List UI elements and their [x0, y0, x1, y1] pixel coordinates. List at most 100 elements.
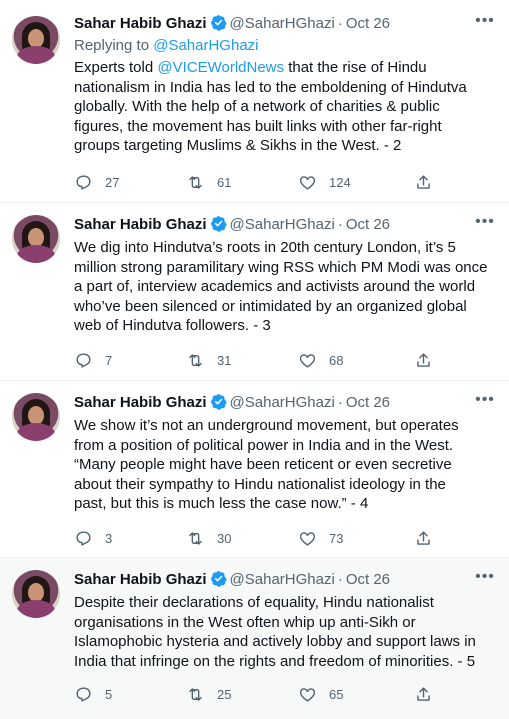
more-icon[interactable]: ••• [473, 569, 497, 590]
retweet-count: 31 [217, 352, 232, 368]
author-name[interactable]: Sahar Habib Ghazi [74, 394, 207, 411]
avatar[interactable] [12, 215, 60, 263]
tweet-header: Sahar Habib Ghazi @SaharHGhazi · Oct 26 [74, 14, 390, 34]
tweet-text: We show it’s not an underground movement… [74, 416, 499, 514]
reply-icon [76, 174, 91, 190]
reply-button[interactable]: 7 [74, 350, 112, 370]
text-line: Islamophobic hysteria and actively lobby… [74, 633, 476, 651]
like-icon [299, 175, 316, 190]
more-icon[interactable]: ••• [473, 13, 497, 34]
reply-icon [76, 352, 91, 368]
reply-count: 7 [105, 352, 113, 368]
text-line: globally. With the help of a network of … [74, 98, 440, 116]
text-line: We dig into Hindutva’s roots in 20th cen… [74, 239, 456, 256]
action-bar: 3 30 73 [74, 528, 434, 548]
like-button[interactable]: 65 [298, 684, 343, 704]
text-line: web of Hindutva followers. - 3 [74, 317, 271, 335]
avatar[interactable] [12, 393, 60, 441]
retweet-icon [189, 353, 202, 367]
action-bar: 7 31 68 [74, 350, 434, 370]
tweet-2[interactable]: Sahar Habib Ghazi @SaharHGhazi · Oct 26 •••… [0, 0, 509, 203]
author-handle[interactable]: @SaharHGhazi [230, 216, 335, 233]
text-line: who’ve been silenced or intimidated by a… [74, 297, 467, 315]
retweet-button[interactable]: 61 [186, 172, 231, 192]
replying-to-handle[interactable]: @SaharHGhazi [153, 37, 258, 54]
reply-count: 3 [105, 530, 113, 546]
text-line: India that infringe on the rights and fr… [74, 652, 476, 670]
like-button[interactable]: 73 [298, 528, 343, 548]
action-bar: 27 61 124 [74, 172, 434, 192]
like-button[interactable]: 124 [298, 172, 351, 192]
retweet-button[interactable]: 31 [186, 350, 231, 370]
separator: · [337, 216, 343, 233]
tweet-header: Sahar Habib Ghazi @SaharHGhazi · Oct 26 [74, 570, 390, 590]
text-line: a part of, interview academics and activ… [74, 278, 476, 296]
text-line: from a position of political power in In… [74, 436, 454, 454]
retweet-button[interactable]: 30 [186, 528, 231, 548]
like-button[interactable]: 68 [298, 350, 343, 370]
tweet-text: Despite their declarations of equality, … [74, 593, 499, 671]
tweet-4[interactable]: Sahar Habib Ghazi @SaharHGhazi · Oct 26 •••… [0, 381, 509, 558]
verified-badge-icon [210, 15, 227, 31]
more-icon[interactable]: ••• [473, 214, 497, 235]
verified-badge-icon [210, 571, 227, 587]
like-count: 68 [329, 352, 344, 368]
like-icon [299, 687, 316, 702]
author-name[interactable]: Sahar Habib Ghazi [74, 571, 207, 588]
reply-button[interactable]: 5 [74, 684, 112, 704]
text-line: million strong paramilitary wing RSS whi… [74, 258, 488, 276]
text-line: about their sympathy to Hindu nationalis… [74, 475, 446, 493]
text-line: figures, the movement has built links wi… [74, 117, 442, 135]
reply-icon [76, 686, 91, 702]
retweet-icon [189, 687, 202, 701]
author-name[interactable]: Sahar Habib Ghazi [74, 216, 207, 233]
reply-button[interactable]: 3 [74, 528, 112, 548]
like-icon [299, 531, 316, 546]
text-line: Experts told @VICEWorldNews that the ris… [74, 59, 427, 76]
tweet-date[interactable]: Oct 26 [346, 216, 390, 233]
text-line: nationalism in India has led to the embo… [74, 78, 467, 96]
separator: · [337, 15, 343, 32]
share-button[interactable] [414, 528, 433, 548]
reply-count: 5 [105, 686, 113, 702]
tweet-text: Experts told @VICEWorldNews that the ris… [74, 58, 499, 156]
share-icon [417, 174, 430, 189]
tweet-date[interactable]: Oct 26 [346, 571, 390, 588]
avatar[interactable] [12, 16, 60, 64]
more-icon[interactable]: ••• [473, 392, 497, 413]
tweet-date[interactable]: Oct 26 [346, 15, 390, 32]
share-button[interactable] [414, 172, 433, 192]
author-handle[interactable]: @SaharHGhazi [230, 394, 335, 411]
text-line: organisations in the West often whip up … [74, 613, 416, 631]
reply-button[interactable]: 27 [74, 172, 119, 192]
author-handle[interactable]: @SaharHGhazi [230, 571, 335, 588]
text-line: We show it’s not an underground movement… [74, 417, 459, 434]
tweet-date[interactable]: Oct 26 [346, 394, 390, 411]
verified-badge-icon [210, 216, 227, 232]
text-line: past, but this is much less the case now… [74, 495, 369, 513]
mention-link[interactable]: @VICEWorldNews [157, 59, 284, 76]
tweet-5[interactable]: Sahar Habib Ghazi @SaharHGhazi · Oct 26 •••… [0, 558, 509, 719]
text-line: groups targeting Muslims & Sikhs in the … [74, 137, 402, 155]
retweet-button[interactable]: 25 [186, 684, 231, 704]
retweet-icon [189, 175, 202, 189]
action-bar: 5 25 65 [74, 684, 434, 704]
retweet-count: 25 [217, 686, 232, 702]
share-icon [417, 686, 430, 701]
share-icon [417, 530, 430, 545]
share-button[interactable] [414, 684, 433, 704]
author-name[interactable]: Sahar Habib Ghazi [74, 15, 207, 32]
text-line: “Many people might have been reticent or… [74, 456, 452, 474]
reply-icon [76, 530, 91, 546]
tweet-header: Sahar Habib Ghazi @SaharHGhazi · Oct 26 [74, 393, 390, 413]
reply-count: 27 [105, 174, 120, 190]
retweet-count: 30 [217, 530, 232, 546]
author-handle[interactable]: @SaharHGhazi [230, 15, 335, 32]
tweet-text: We dig into Hindutva’s roots in 20th cen… [74, 238, 499, 336]
avatar[interactable] [12, 570, 60, 618]
share-button[interactable] [414, 350, 433, 370]
replying-to: Replying to @SaharHGhazi [74, 37, 259, 54]
separator: · [337, 571, 343, 588]
like-count: 73 [329, 530, 344, 546]
tweet-3[interactable]: Sahar Habib Ghazi @SaharHGhazi · Oct 26 •••… [0, 203, 509, 381]
